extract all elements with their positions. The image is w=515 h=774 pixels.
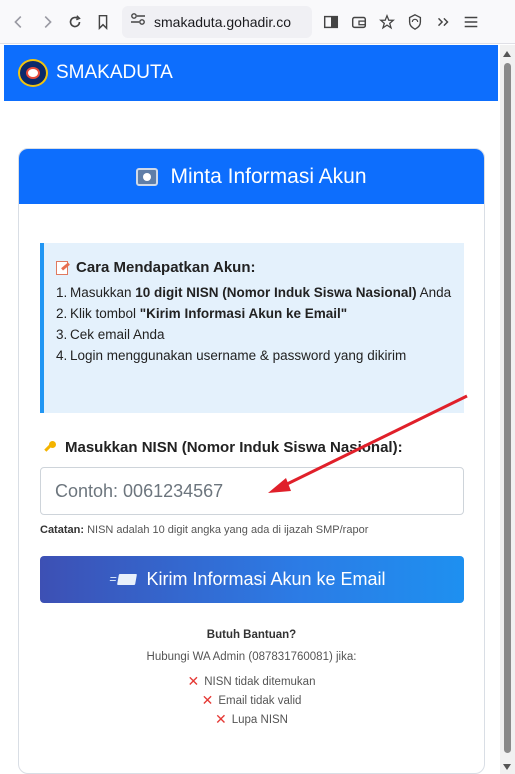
step-text: Masukkan — [70, 285, 136, 300]
list-item: 4. Login menggunakan username & password … — [56, 345, 454, 366]
site-navbar: SMAKADUTA — [4, 45, 498, 101]
send-account-info-button[interactable]: Kirim Informasi Akun ke Email — [40, 556, 464, 603]
help-title: Butuh Bantuan? — [206, 629, 297, 641]
cross-mark-icon: ✕ — [215, 711, 227, 728]
note-text: NISN adalah 10 digit angka yang ada di i… — [84, 524, 369, 536]
nisn-label-text: Masukkan NISN (Nomor Induk Siswa Nasiona… — [65, 439, 403, 456]
instructions-title: Cara Mendapatkan Akun: — [56, 259, 454, 276]
school-logo-icon[interactable] — [18, 59, 48, 87]
help-section: Butuh Bantuan? Hubungi WA Admin (0878317… — [19, 629, 484, 729]
step-number: 1. — [56, 285, 68, 300]
help-subtitle: Hubungi WA Admin (087831760081) jika: — [146, 651, 357, 663]
instructions-title-text: Cara Mendapatkan Akun: — [76, 259, 256, 276]
step-number: 2. — [56, 306, 68, 321]
address-bar[interactable]: smakaduta.gohadir.co — [122, 5, 312, 38]
card-header: Minta Informasi Akun — [19, 149, 484, 204]
menu-hamburger-icon[interactable] — [458, 7, 484, 37]
list-item: 2. Klik tombol "Kirim Informasi Akun ke E… — [56, 303, 454, 324]
step-number: 4. — [56, 348, 68, 363]
scroll-up-arrow-icon[interactable] — [503, 51, 511, 57]
reload-icon[interactable] — [62, 7, 88, 37]
nisn-note: Catatan: NISN adalah 10 digit angka yang… — [40, 524, 368, 536]
flying-envelope-icon — [117, 574, 138, 585]
favorite-star-icon[interactable] — [374, 7, 400, 37]
memo-icon — [56, 260, 68, 275]
id-card-icon — [136, 167, 159, 186]
step-text: Login menggunakan username & password ya… — [70, 348, 407, 363]
back-icon[interactable] — [6, 7, 32, 37]
instructions-box: Cara Mendapatkan Akun: 1. Masukkan 10 dig… — [40, 243, 464, 413]
scroll-down-arrow-icon[interactable] — [503, 764, 511, 770]
instructions-list: 1. Masukkan 10 digit NISN (Nomor Induk Si… — [56, 282, 454, 366]
pocket-icon[interactable] — [346, 7, 372, 37]
step-bold-text: 10 digit NISN (Nomor Induk Siswa Nasiona… — [135, 285, 417, 300]
overflow-chevrons-icon[interactable] — [430, 7, 456, 37]
list-item: 1. Masukkan 10 digit NISN (Nomor Induk Si… — [56, 282, 454, 303]
help-item-text: Lupa NISN — [231, 713, 288, 726]
help-item-text: Email tidak valid — [218, 694, 302, 707]
key-icon — [43, 440, 57, 455]
step-bold-text: "Kirim Informasi Akun ke Email" — [139, 306, 348, 321]
reader-view-icon[interactable] — [318, 7, 344, 37]
list-item: ✕ Email tidak valid — [19, 691, 484, 710]
step-number: 3. — [56, 327, 68, 342]
help-item-text: NISN tidak ditemukan — [204, 675, 316, 688]
shield-icon[interactable] — [402, 7, 428, 37]
step-text: Anda — [416, 285, 452, 300]
cross-mark-icon: ✕ — [201, 692, 214, 709]
browser-toolbar: smakaduta.gohadir.co — [0, 0, 515, 44]
url-text: smakaduta.gohadir.co — [154, 13, 291, 30]
cross-mark-icon: ✕ — [187, 673, 200, 690]
forward-icon[interactable] — [34, 7, 60, 37]
bookmark-icon[interactable] — [90, 7, 116, 37]
list-item: ✕ NISN tidak ditemukan — [19, 672, 484, 691]
navbar-brand[interactable]: SMAKADUTA — [56, 62, 173, 84]
note-label: Catatan: — [40, 524, 85, 536]
send-button-label: Kirim Informasi Akun ke Email — [146, 569, 386, 589]
nisn-label: Masukkan NISN (Nomor Induk Siswa Nasiona… — [43, 439, 403, 456]
step-text: Klik tombol — [70, 306, 140, 321]
scrollbar-thumb[interactable] — [504, 63, 511, 753]
account-request-card: Minta Informasi Akun Cara Mendapatkan Ak… — [18, 148, 485, 774]
nisn-input[interactable] — [40, 467, 464, 515]
site-settings-icon[interactable] — [130, 12, 146, 31]
step-text: Cek email Anda — [70, 327, 165, 342]
list-item: ✕ Lupa NISN — [19, 710, 484, 729]
card-title: Minta Informasi Akun — [170, 164, 367, 188]
list-item: 3. Cek email Anda — [56, 324, 454, 345]
page-scrollbar[interactable] — [500, 45, 515, 774]
